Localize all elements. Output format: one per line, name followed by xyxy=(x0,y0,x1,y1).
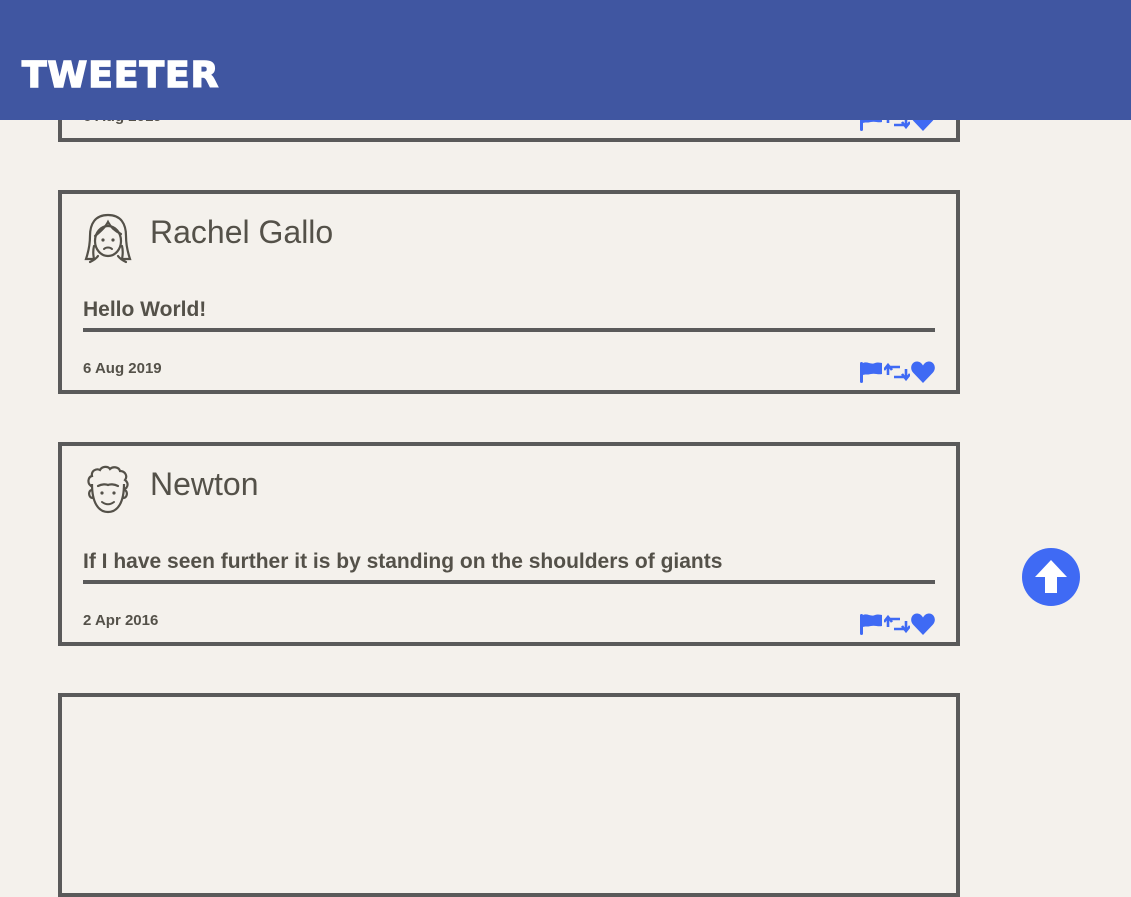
tweet-date: 6 Aug 2019 xyxy=(83,360,162,377)
tweet-author-name: Rachel Gallo xyxy=(150,214,334,250)
tweet-actions xyxy=(858,358,938,386)
scroll-to-top-button[interactable] xyxy=(1022,548,1080,606)
tweet-content: If I have seen further it is by standing… xyxy=(83,550,935,584)
woman-avatar-icon xyxy=(84,213,132,264)
flag-icon[interactable] xyxy=(858,359,884,385)
retweet-icon[interactable] xyxy=(884,359,910,385)
tweet-content: Hello World! xyxy=(83,298,935,332)
tweet-author-name: Newton xyxy=(150,466,259,502)
retweet-icon[interactable] xyxy=(884,611,910,637)
tweet-card: Rachel Gallo Hello World! 6 Aug 2019 xyxy=(58,190,960,394)
heart-icon[interactable] xyxy=(910,611,936,637)
tweet-date: 2 Apr 2016 xyxy=(83,612,159,629)
flag-icon[interactable] xyxy=(858,611,884,637)
tweet-card xyxy=(58,693,960,897)
brand-logo[interactable]: TWEETER xyxy=(21,52,219,100)
arrow-up-icon xyxy=(1035,560,1067,593)
navbar: TWEETER xyxy=(0,0,1131,120)
heart-icon[interactable] xyxy=(910,359,936,385)
curly-hair-man-avatar-icon xyxy=(87,465,129,514)
tweet-actions xyxy=(858,610,938,638)
tweet-card: Newton If I have seen further it is by s… xyxy=(58,442,960,646)
